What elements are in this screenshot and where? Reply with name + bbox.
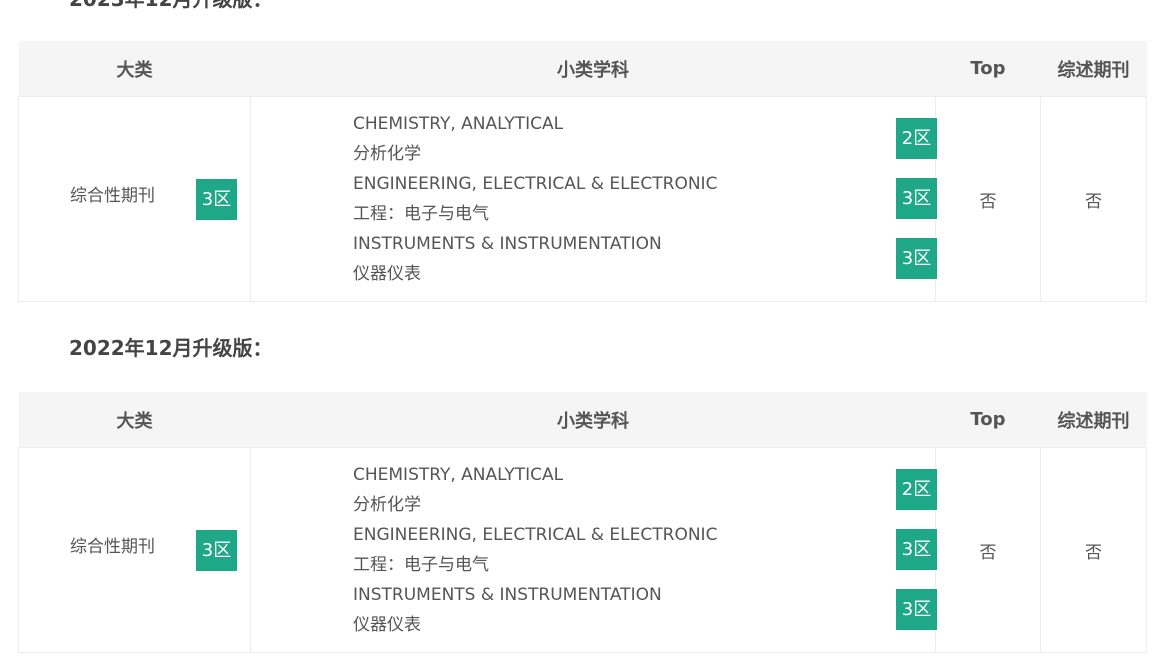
major-category-name: 综合性期刊 xyxy=(70,186,155,206)
subject-item: ENGINEERING, ELECTRICAL & ELECTRONIC 工程：… xyxy=(353,525,937,585)
header-review: 综述期刊 xyxy=(1040,41,1147,97)
subject-name-cn: 仪器仪表 xyxy=(353,264,421,284)
table-header-row: 大类 小类学科 Top 综述期刊 xyxy=(18,392,1147,448)
subject-name-cn: 工程：电子与电气 xyxy=(353,204,489,224)
subject-name-cn: 工程：电子与电气 xyxy=(353,555,489,575)
section-title: 2023年12月升级版： xyxy=(69,0,273,9)
subject-item: INSTRUMENTS & INSTRUMENTATION 仪器仪表 3区 xyxy=(353,585,937,645)
top-value: 否 xyxy=(935,96,1041,302)
subject-name-en: INSTRUMENTS & INSTRUMENTATION xyxy=(353,585,662,605)
subject-item: ENGINEERING, ELECTRICAL & ELECTRONIC 工程：… xyxy=(353,174,937,234)
zone-badge: 3区 xyxy=(896,589,937,630)
subject-name-en: ENGINEERING, ELECTRICAL & ELECTRONIC xyxy=(353,525,718,545)
header-subject: 小类学科 xyxy=(250,41,936,97)
header-top: Top xyxy=(935,41,1041,97)
subject-name-cn: 分析化学 xyxy=(353,495,421,515)
section-title: 2022年12月升级版： xyxy=(69,336,273,360)
ranking-table: 大类 小类学科 Top 综述期刊 综合性期刊 3区 CHEMISTRY, ANA… xyxy=(18,392,1147,653)
subject-name-en: ENGINEERING, ELECTRICAL & ELECTRONIC xyxy=(353,174,718,194)
zone-badge: 3区 xyxy=(896,238,937,279)
table-row: 综合性期刊 3区 CHEMISTRY, ANALYTICAL 分析化学 2区 E… xyxy=(18,447,1147,653)
subject-name-cn: 仪器仪表 xyxy=(353,615,421,635)
major-category-cell: 综合性期刊 3区 xyxy=(18,447,251,653)
subject-name-en: CHEMISTRY, ANALYTICAL xyxy=(353,465,564,485)
zone-badge: 3区 xyxy=(196,179,237,220)
zone-badge: 3区 xyxy=(196,530,237,571)
header-major: 大类 xyxy=(18,392,251,448)
subject-cell: CHEMISTRY, ANALYTICAL 分析化学 2区 ENGINEERIN… xyxy=(250,96,937,302)
subject-item: CHEMISTRY, ANALYTICAL 分析化学 2区 xyxy=(353,465,937,525)
zone-badge: 3区 xyxy=(896,529,937,570)
header-review: 综述期刊 xyxy=(1040,392,1147,448)
header-top: Top xyxy=(935,392,1041,448)
review-value: 否 xyxy=(1040,447,1147,653)
header-subject: 小类学科 xyxy=(250,392,936,448)
subject-name-en: CHEMISTRY, ANALYTICAL xyxy=(353,114,564,134)
subject-name-cn: 分析化学 xyxy=(353,144,421,164)
table-row: 综合性期刊 3区 CHEMISTRY, ANALYTICAL 分析化学 2区 E… xyxy=(18,96,1147,302)
zone-badge: 2区 xyxy=(896,469,937,510)
subject-item: CHEMISTRY, ANALYTICAL 分析化学 2区 xyxy=(353,114,937,174)
subject-item: INSTRUMENTS & INSTRUMENTATION 仪器仪表 3区 xyxy=(353,234,937,294)
zone-badge: 3区 xyxy=(896,178,937,219)
header-major: 大类 xyxy=(18,41,251,97)
review-value: 否 xyxy=(1040,96,1147,302)
major-category-cell: 综合性期刊 3区 xyxy=(18,96,251,302)
ranking-table: 大类 小类学科 Top 综述期刊 综合性期刊 3区 CHEMISTRY, ANA… xyxy=(18,41,1147,302)
zone-badge: 2区 xyxy=(896,118,937,159)
subject-cell: CHEMISTRY, ANALYTICAL 分析化学 2区 ENGINEERIN… xyxy=(250,447,937,653)
subject-name-en: INSTRUMENTS & INSTRUMENTATION xyxy=(353,234,662,254)
top-value: 否 xyxy=(935,447,1041,653)
major-category-name: 综合性期刊 xyxy=(70,537,155,557)
table-header-row: 大类 小类学科 Top 综述期刊 xyxy=(18,41,1147,97)
